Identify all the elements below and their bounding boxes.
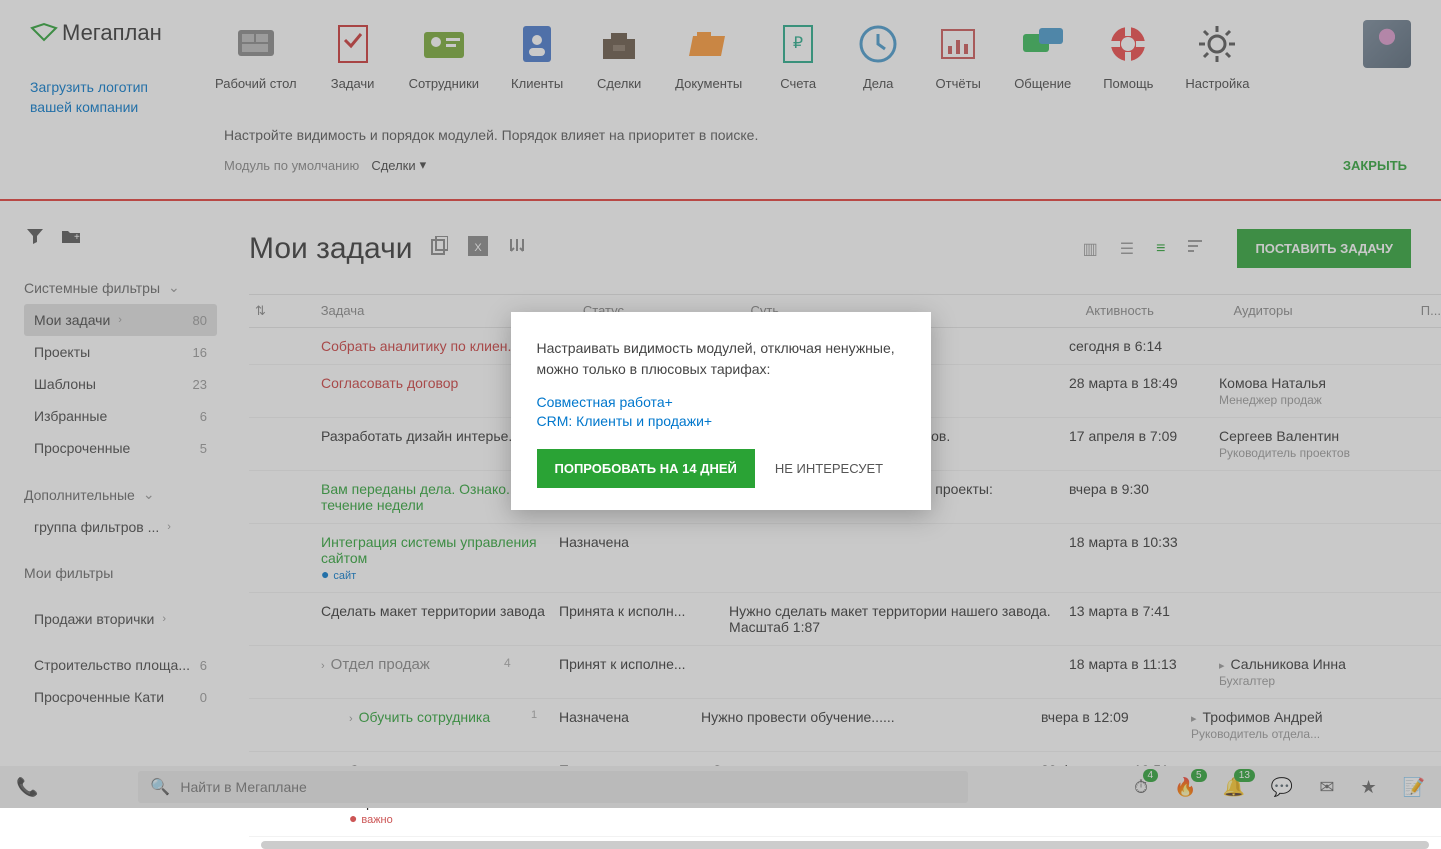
not-interested-button[interactable]: НЕ ИНТЕРЕСУЕТ	[775, 461, 883, 476]
try-button[interactable]: ПОПРОБОВАТЬ НА 14 ДНЕЙ	[537, 449, 755, 488]
modal-link-crm[interactable]: CRM: Клиенты и продажи+	[537, 413, 905, 429]
modal-link-teamwork[interactable]: Совместная работа+	[537, 394, 905, 410]
horizontal-scrollbar[interactable]	[261, 841, 1429, 849]
modal-text: Настраивать видимость модулей, отключая …	[537, 338, 905, 380]
upgrade-modal: Настраивать видимость модулей, отключая …	[511, 312, 931, 510]
modal-overlay[interactable]: Настраивать видимость модулей, отключая …	[0, 0, 1441, 808]
